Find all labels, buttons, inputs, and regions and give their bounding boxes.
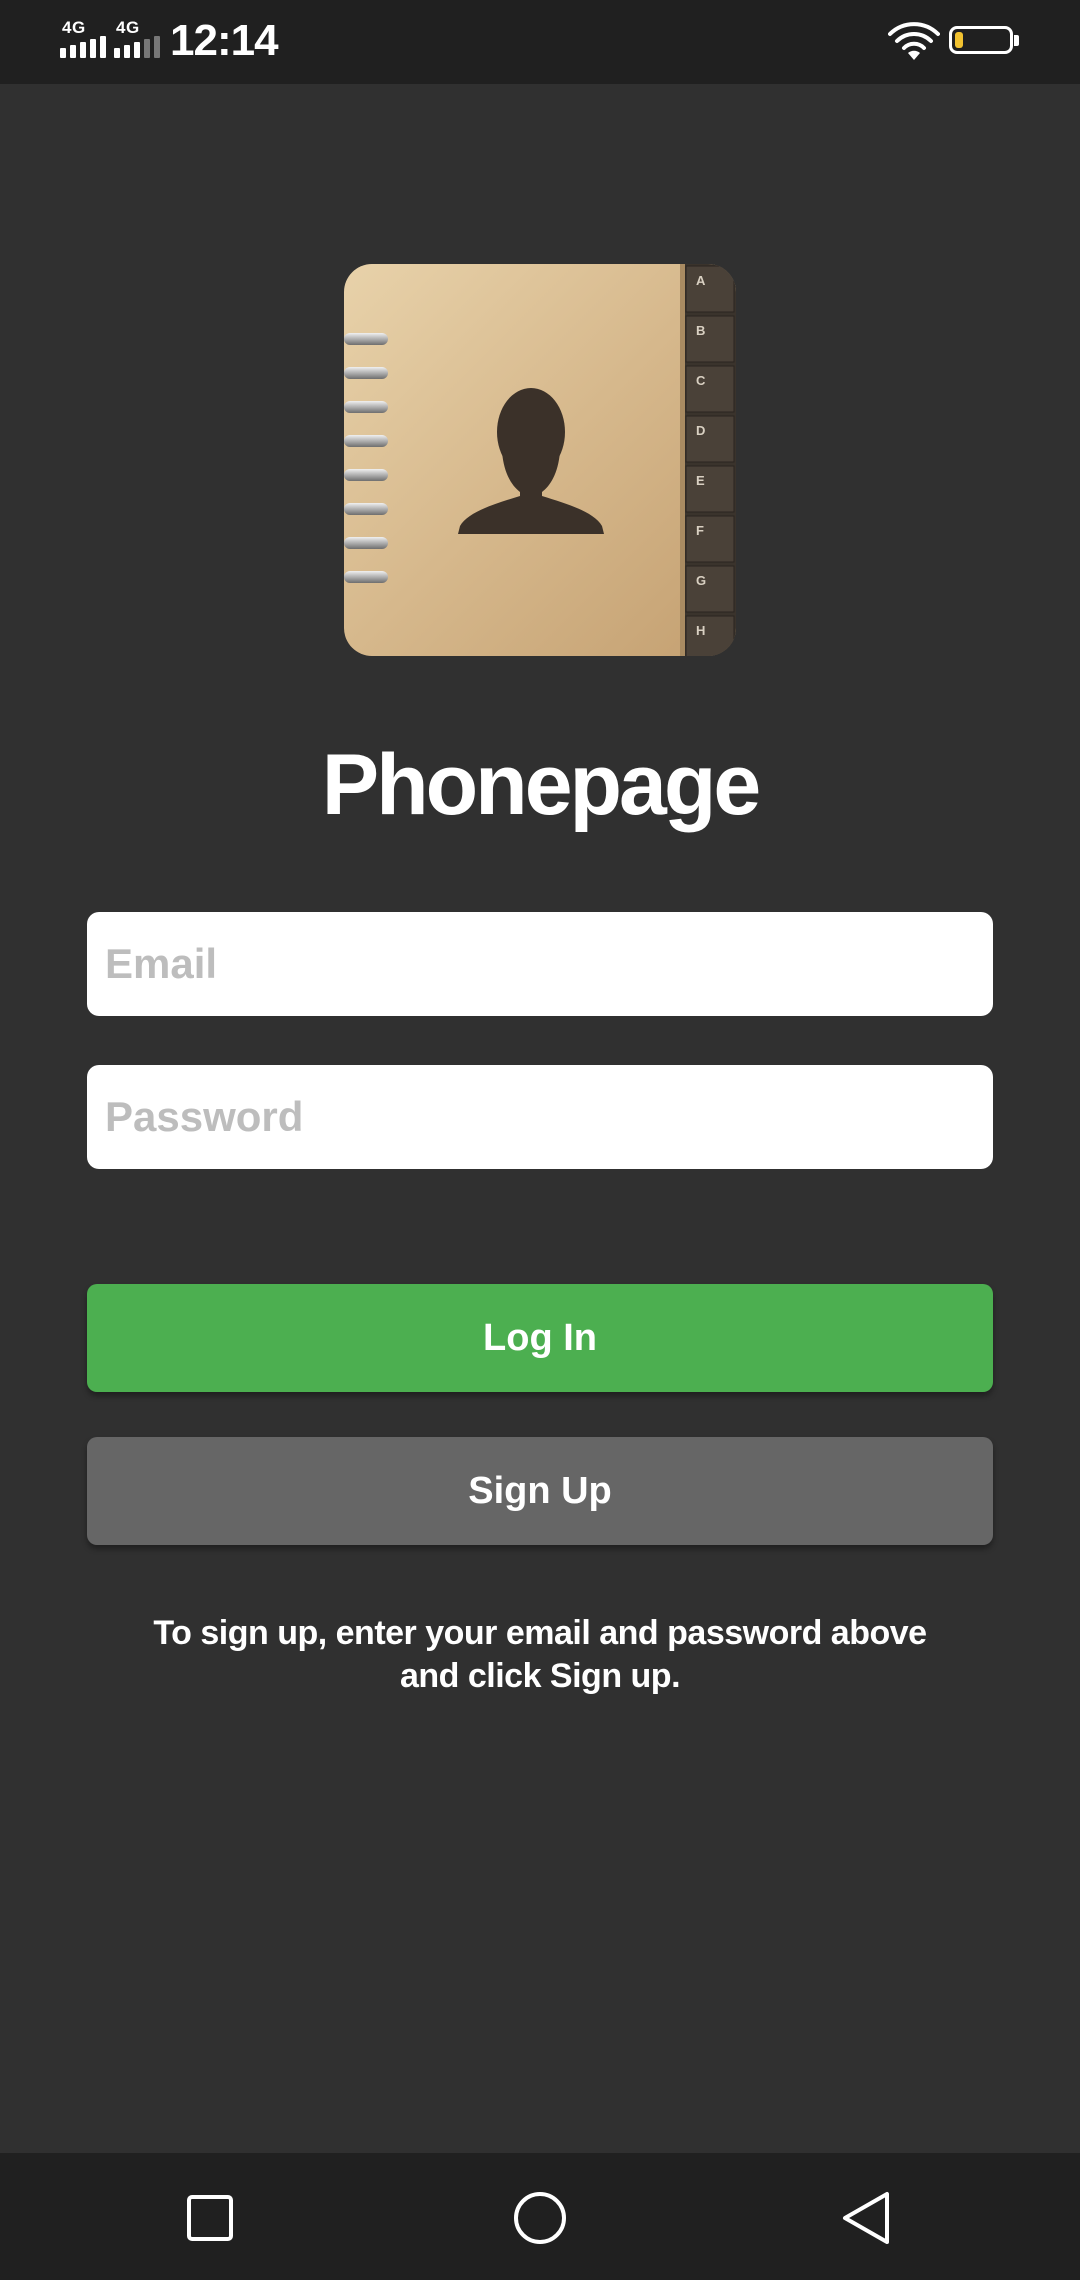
index-tab-f: F <box>696 523 704 538</box>
password-field[interactable] <box>87 1065 993 1169</box>
index-tab-h: H <box>696 623 705 638</box>
signup-hint: To sign up, enter your email and passwor… <box>140 1612 940 1698</box>
address-book-icon: A B C D E F G H <box>344 264 736 656</box>
index-tab-b: B <box>696 323 705 338</box>
wifi-icon <box>888 22 940 60</box>
signup-hint-line-1: To sign up, enter your email and passwor… <box>153 1614 927 1652</box>
login-button[interactable]: Log In <box>87 1284 993 1392</box>
index-tab-d: D <box>696 423 705 438</box>
index-tab-a: A <box>696 273 706 288</box>
square-icon[interactable] <box>175 2183 245 2253</box>
index-tab-e: E <box>696 473 705 488</box>
circle-icon[interactable] <box>505 2183 575 2253</box>
email-field[interactable] <box>87 912 993 1016</box>
battery-level <box>955 32 963 48</box>
battery-icon <box>949 26 1019 54</box>
signup-hint-line-2: and click Sign up. <box>399 1657 681 1695</box>
index-tab-c: C <box>696 373 706 388</box>
signal-strength-icon-2: 4G <box>114 18 160 62</box>
status-time: 12:14 <box>170 16 279 65</box>
network-type-label: 4G <box>62 18 86 37</box>
status-bar: 4G 4G 12:14 <box>0 0 1080 84</box>
app-title: Phonepage <box>321 737 762 833</box>
index-tab-g: G <box>696 573 706 588</box>
network-type-label-2: 4G <box>116 18 140 37</box>
triangle-back-icon[interactable] <box>833 2183 903 2253</box>
signal-strength-icon: 4G <box>60 18 106 62</box>
signup-button[interactable]: Sign Up <box>87 1437 993 1545</box>
navigation-bar <box>0 2153 1080 2280</box>
login-screen: 4G 4G 12:14 A B C D E F G H Phonepage Em… <box>0 0 1080 2280</box>
